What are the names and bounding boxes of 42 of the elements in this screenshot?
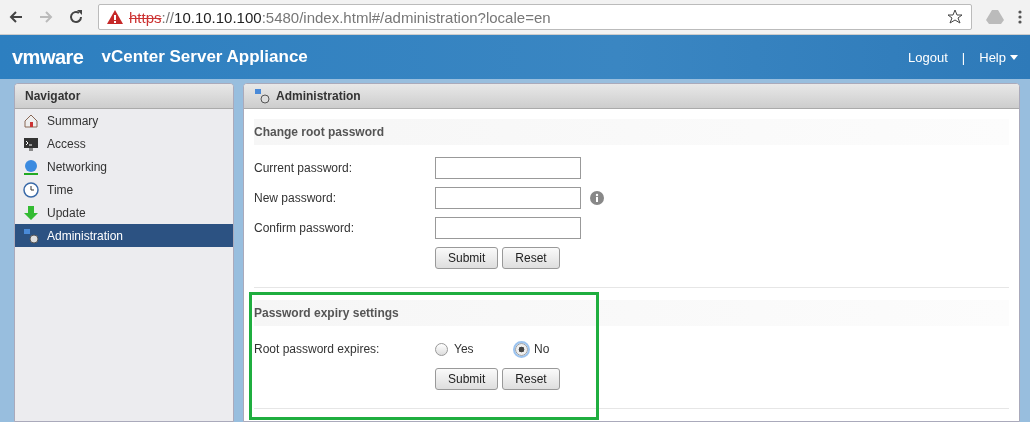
app-title: vCenter Server Appliance [101, 47, 309, 67]
panel-title: Navigator [25, 89, 81, 103]
radio-button[interactable] [515, 342, 528, 356]
header-link[interactable]: Logout [908, 49, 948, 65]
nav-item[interactable]: Time [15, 178, 233, 201]
nav-item[interactable]: Update [15, 201, 233, 224]
field-label: New password: [254, 191, 338, 205]
separator-text: | [961, 49, 966, 65]
star-icon[interactable] [947, 9, 963, 25]
globe-icon [23, 158, 39, 175]
field-label: Confirm password: [254, 221, 356, 235]
radio-button[interactable] [435, 342, 448, 356]
radio-option[interactable]: No [515, 342, 595, 356]
reload-icon[interactable] [68, 9, 84, 25]
terminal-icon [23, 135, 39, 152]
radio-option[interactable]: Yes [435, 342, 515, 356]
reset-button[interactable]: Reset [502, 368, 560, 390]
password-field[interactable] [435, 187, 581, 209]
panel-title: Administration [276, 89, 361, 103]
clock-icon [23, 181, 39, 198]
address-bar[interactable]: https://10.10.10.100:5480/index.html#/administration?locale=en [98, 4, 972, 30]
header-link[interactable]: Help [979, 49, 1018, 65]
warning-icon [107, 10, 123, 24]
caret-icon [1010, 54, 1018, 60]
menu-icon[interactable] [1018, 9, 1022, 25]
password-field[interactable] [435, 217, 581, 239]
submit-button[interactable]: Submit [435, 247, 499, 269]
password-field[interactable] [435, 157, 581, 179]
nav-item[interactable]: Access [15, 132, 233, 155]
field-label: Root password expires: [254, 342, 381, 356]
brand-logo: vmware [12, 45, 84, 69]
down-arrow-icon [23, 204, 39, 221]
url-text: https://10.10.10.100:5480/index.html#/administration?locale=en [129, 8, 551, 26]
nav-item[interactable]: Administration [15, 224, 233, 247]
back-icon[interactable] [8, 9, 24, 25]
submit-button[interactable]: Submit [435, 368, 499, 390]
nav-item[interactable]: Networking [15, 155, 233, 178]
nav-item[interactable]: Summary [15, 109, 233, 132]
reset-button[interactable]: Reset [502, 247, 560, 269]
house-icon [23, 112, 39, 129]
info-icon[interactable] [590, 191, 604, 205]
field-label: Current password: [254, 161, 354, 175]
